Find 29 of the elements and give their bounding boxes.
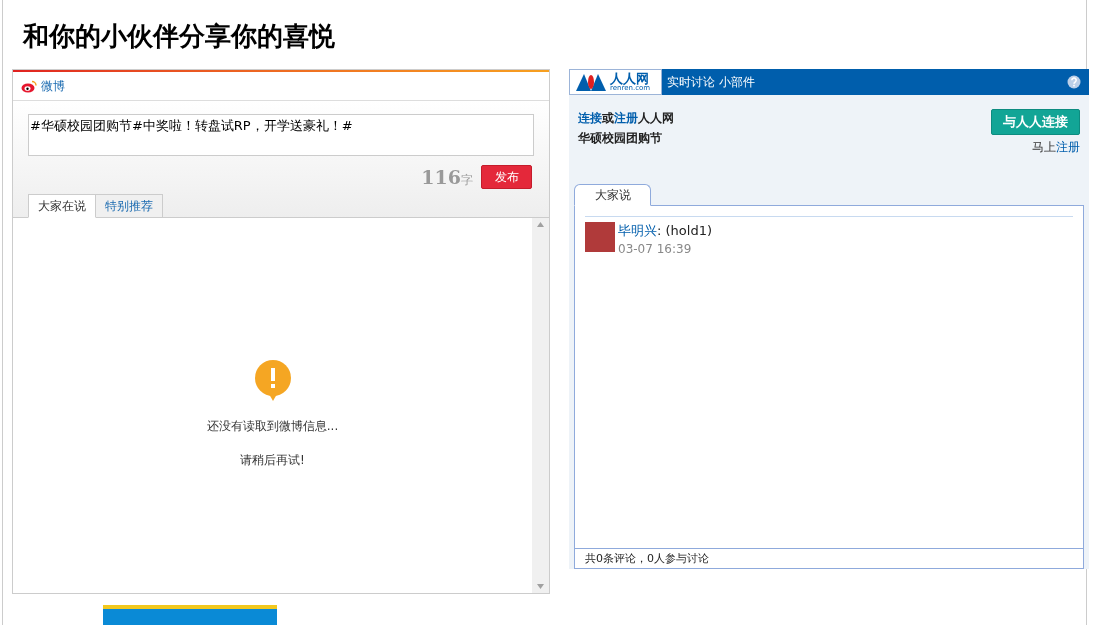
scrollbar[interactable] [532, 217, 549, 593]
weibo-logo-icon [21, 79, 37, 93]
weibo-brand-link[interactable]: 微博 [41, 77, 65, 95]
feed-tab[interactable]: 特别推荐 [96, 193, 163, 218]
people-logo-icon [574, 72, 608, 92]
avatar-placeholder [585, 222, 615, 252]
comment-text: 毕明兴: (hold1) [618, 222, 712, 240]
scroll-up-icon[interactable] [537, 221, 544, 227]
help-icon[interactable] [1067, 75, 1081, 89]
comments-tab[interactable]: 大家说 [574, 184, 651, 206]
character-count: 116字 [421, 165, 473, 190]
feed-tab[interactable]: 大家在说 [28, 193, 96, 218]
event-name: 华硕校园团购节 [578, 130, 663, 147]
comments-footer: 共0条评论，0人参与讨论 [575, 548, 1083, 568]
author-link[interactable]: 毕明兴 [618, 223, 657, 238]
retry-message: 请稍后再试! [240, 451, 305, 469]
scroll-down-icon[interactable] [537, 584, 544, 589]
register-link[interactable]: 注册 [1056, 140, 1080, 154]
connect-link[interactable]: 连接 [578, 111, 602, 125]
register-link[interactable]: 注册 [614, 111, 638, 125]
empty-message: 还没有读取到微博信息... [206, 417, 339, 435]
page-title: 和你的小伙伴分享你的喜悦 [23, 20, 335, 53]
publish-button[interactable]: 发布 [481, 165, 532, 190]
widget-header-title: 实时讨论 小部件 [667, 74, 756, 91]
post-input-field[interactable]: #华硕校园团购节#中奖啦！转盘试RP，开学送豪礼！# [28, 114, 534, 156]
connect-button[interactable]: 与人人连接 [991, 109, 1080, 135]
comment-time: 03-07 16:39 [618, 241, 693, 258]
signup-prompt: 马上注册 [1032, 139, 1080, 156]
connect-prompt: 连接或注册人人网 [578, 110, 674, 127]
